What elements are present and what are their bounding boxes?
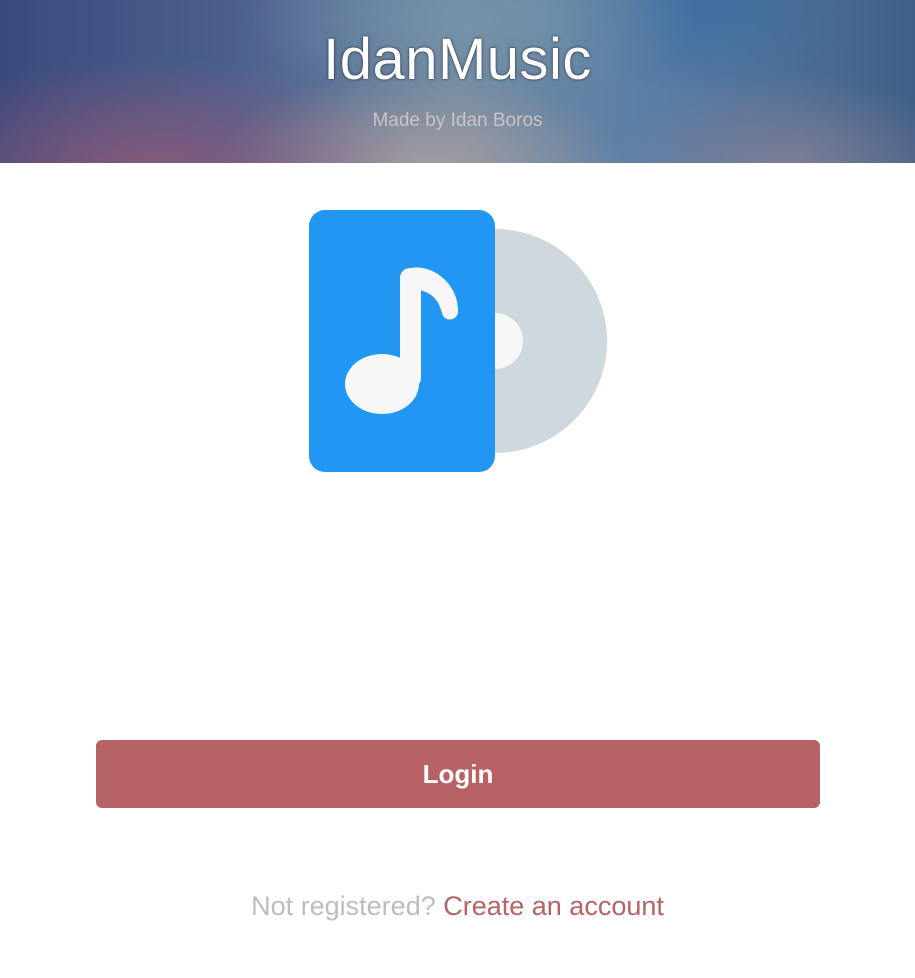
login-button[interactable]: Login bbox=[96, 740, 820, 808]
music-file-disc-icon bbox=[308, 210, 608, 472]
app-subtitle: Made by Idan Boros bbox=[372, 110, 543, 131]
app-title: IdanMusic bbox=[323, 27, 592, 92]
register-line: Not registered? Create an account bbox=[0, 891, 915, 922]
header-banner: IdanMusic Made by Idan Boros bbox=[0, 0, 915, 163]
create-account-link[interactable]: Create an account bbox=[443, 891, 664, 921]
register-prompt: Not registered? bbox=[251, 891, 444, 921]
